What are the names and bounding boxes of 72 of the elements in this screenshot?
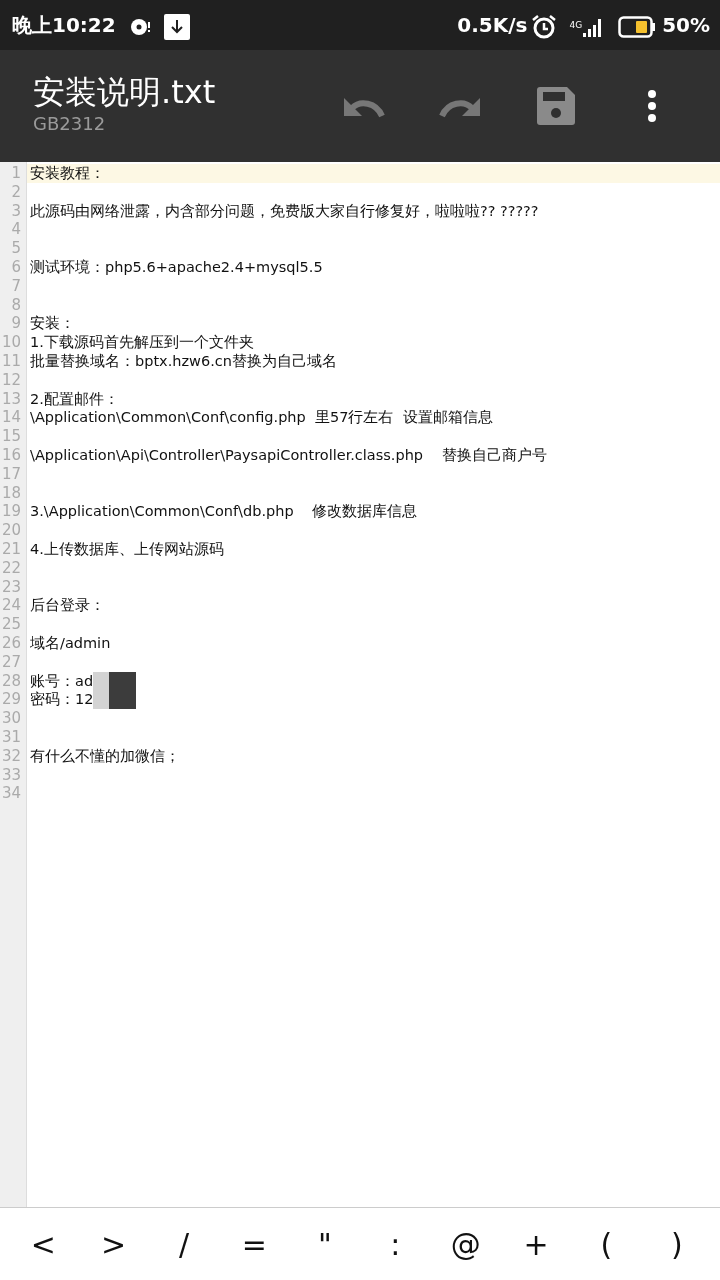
line-number: 4 [10,220,22,240]
line-number: 6 [10,258,22,277]
line-number: 1 [10,164,22,183]
text-line: \Application\Api\Controller\PaysapiController.class.php 替换自己商户号 [30,445,547,465]
alarm-icon [531,13,558,40]
line-number: 21 [0,539,22,559]
symbol-key[interactable]: = [219,1221,290,1267]
line-number: 29 [0,690,22,710]
battery-icon [618,15,657,38]
network-speed: 0.5K/s [457,12,528,39]
text-line: 1.下载源码首先解压到一个文件夹 [30,333,254,352]
line-number: 7 [10,276,22,296]
text-line: 2.配置邮件： [30,389,119,409]
line-number: 24 [0,596,22,616]
text-line: 安装教程： [30,164,105,183]
file-encoding: GB2312 [33,112,107,137]
line-number: 33 [0,765,22,785]
text-line: 密码：12 [30,690,94,710]
line-number: 28 [0,671,22,691]
line-number: 15 [0,427,22,446]
line-number: 11 [0,351,22,371]
line-number: 8 [10,295,22,315]
line-number: 13 [0,389,22,409]
line-number: 34 [0,784,22,804]
battery-percent: 50% [662,12,710,39]
text-line: 有什么不懂的加微信； [30,746,180,766]
symbol-key[interactable]: ) [641,1221,713,1267]
text-line: 安装： [30,314,75,334]
line-number: 25 [0,615,22,634]
line-number: 14 [0,408,22,428]
line-number: 5 [10,239,22,258]
text-line: 后台登录： [30,596,105,616]
text-line: 批量替换域名：bptx.hzw6.cn替换为自己域名 [30,351,337,371]
line-number: 12 [0,370,22,390]
text-line: 4.上传数据库、上传网站源码 [30,539,224,559]
line-number: 9 [10,314,22,334]
more-icon [647,89,657,123]
symbol-key[interactable]: + [500,1221,572,1267]
symbol-key[interactable]: " [289,1221,361,1267]
status-time: 晚上10:22 [12,12,116,39]
line-number: 10 [0,333,22,352]
file-title: 安装说明.txt [33,74,217,111]
line-number: 18 [0,483,22,503]
line-number: 30 [0,709,22,728]
network-type: 4G [569,20,583,30]
symbol-key[interactable]: @ [430,1221,501,1267]
symbol-key[interactable]: : [360,1221,431,1267]
line-number: 23 [0,577,22,597]
line-number: 27 [0,652,22,672]
line-number: 19 [0,502,22,522]
line-number: 3 [10,201,22,221]
line-number: 20 [0,521,22,540]
line-number: 32 [0,746,22,766]
symbol-key[interactable]: > [78,1221,149,1267]
line-number: 22 [0,558,22,578]
disc-icon [129,16,152,37]
download-icon [163,13,190,40]
text-line: 域名/admin [30,633,111,653]
symbol-key[interactable]: / [148,1221,220,1267]
text-line: 3.\Application\Common\Conf\db.php 修改数据库信息 [30,502,418,522]
text-line: 此源码由网络泄露，内含部分问题，免费版大家自行修复好，啦啦啦?? ????? [30,201,539,221]
line-number: 16 [0,445,22,465]
symbol-key[interactable]: < [8,1221,79,1267]
line-number: 2 [10,182,22,202]
text-line: 测试环境：php5.6+apache2.4+mysql5.5 [30,258,323,277]
line-number: 17 [0,464,22,484]
line-number: 26 [0,633,22,653]
save-icon [537,87,575,125]
line-number: 31 [0,727,22,747]
text-line: \Application\Common\Conf\config.php 里57行左右 设置邮箱信息 [30,408,493,428]
symbol-key[interactable]: ( [571,1221,642,1267]
text-line: 账号：ad [30,671,94,691]
